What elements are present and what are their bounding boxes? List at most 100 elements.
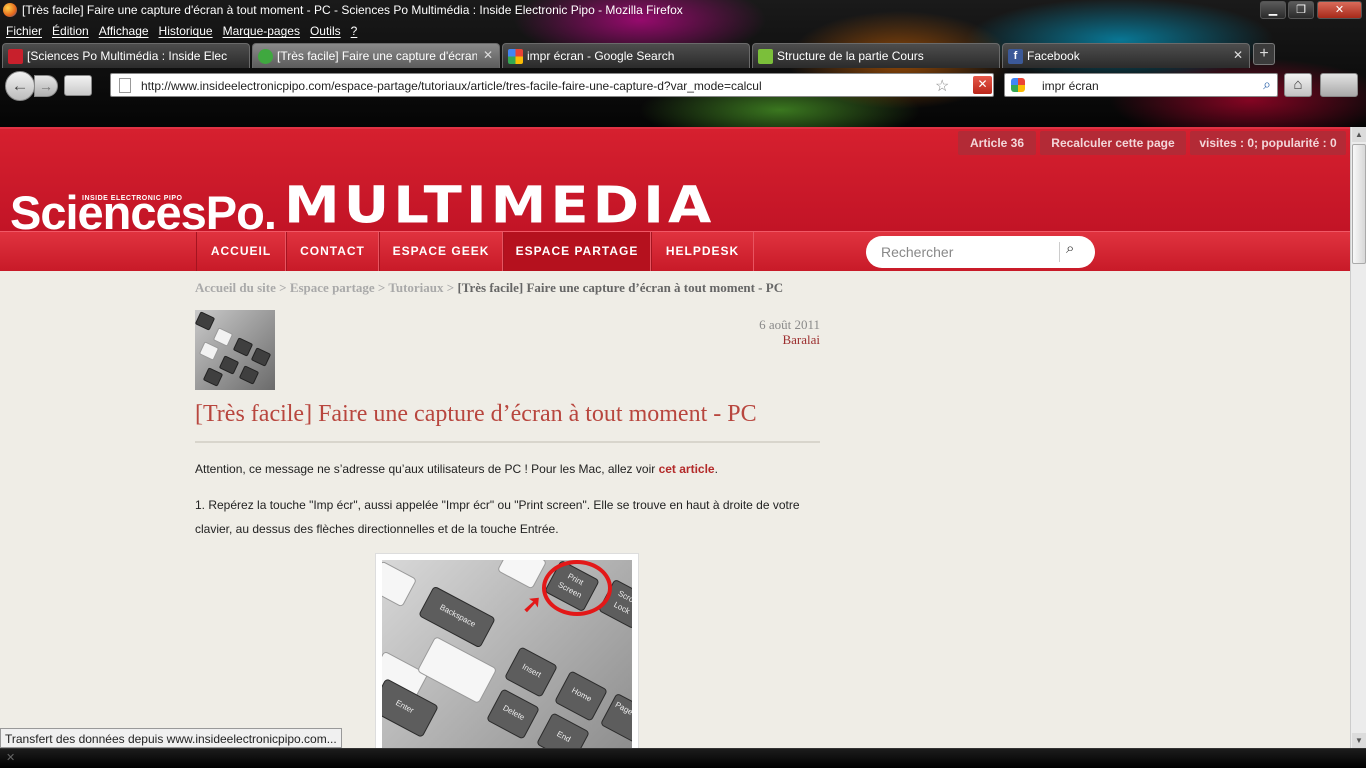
site-identity-button[interactable]: [64, 75, 92, 96]
step-1-paragraph: 1. Repérez la touche "Imp écr", aussi ap…: [195, 498, 800, 536]
google-icon: [508, 49, 523, 64]
key-page-up: Page Up: [599, 692, 632, 744]
scroll-up-icon[interactable]: ▲: [1352, 127, 1366, 142]
menu-outils[interactable]: Outils: [310, 22, 341, 40]
menu-edition[interactable]: Édition: [52, 22, 89, 40]
tab-google-search[interactable]: impr écran - Google Search: [502, 43, 750, 68]
firefox-icon: [3, 3, 17, 17]
page-icon: [119, 78, 131, 93]
home-button[interactable]: ⌂: [1284, 73, 1312, 97]
menu-bar: Fichier Édition Affichage Historique Marque-…: [0, 22, 700, 41]
article-date: 6 août 2011: [759, 317, 820, 332]
window-title: [Très facile] Faire une capture d'écran …: [22, 3, 683, 17]
scroll-down-icon[interactable]: ▼: [1352, 733, 1366, 748]
breadcrumb-home[interactable]: Accueil du site: [195, 280, 276, 295]
key-backspace: Backspace: [418, 585, 496, 649]
close-icon[interactable]: ✕: [6, 751, 15, 764]
visits-pill: visites : 0; popularité : 0: [1190, 131, 1346, 155]
keyboard-photo: Backspace Print Screen Scroll Lock Inser…: [375, 553, 639, 748]
loading-icon: [258, 49, 273, 64]
nav-espace-geek[interactable]: ESPACE GEEK: [379, 232, 503, 271]
search-icon[interactable]: ⌕: [1263, 76, 1271, 93]
article-title: [Très facile] Faire une capture d’écran …: [195, 401, 757, 427]
tab-close-icon[interactable]: ✕: [1233, 48, 1243, 62]
key-shape: [195, 311, 216, 331]
new-tab-button[interactable]: +: [1253, 43, 1275, 65]
nav-helpdesk[interactable]: HELPDESK: [651, 232, 754, 271]
url-text[interactable]: http://www.insideelectronicpipo.com/espa…: [141, 79, 762, 93]
taskbar: ✕: [0, 748, 1366, 768]
menu-fichier[interactable]: Fichier: [6, 22, 42, 40]
breadcrumb-current: [Très facile] Faire une capture d’écran …: [457, 280, 784, 295]
breadcrumb-tutoriaux[interactable]: Tutoriaux: [388, 280, 443, 295]
web-page: Article 36 Recalculer cette page visites…: [0, 127, 1350, 748]
menu-help[interactable]: ?: [351, 22, 358, 40]
breadcrumb-separator: >: [374, 280, 389, 295]
maximize-button[interactable]: ❐: [1288, 1, 1314, 19]
window-chrome: [Très facile] Faire une capture d'écran …: [0, 0, 1366, 127]
key-insert: Insert: [504, 646, 558, 698]
bookmark-star-icon[interactable]: ☆: [935, 76, 949, 96]
logo-tagline: INSIDE ELECTRONIC PIPO: [82, 195, 183, 202]
menu-marque-pages[interactable]: Marque-pages: [223, 22, 300, 40]
key-delete: Delete: [486, 688, 540, 740]
sciences-po-favicon-icon: [8, 49, 23, 64]
intro-paragraph: Attention, ce message ne s’adresse qu’au…: [195, 457, 820, 481]
back-button[interactable]: ←: [5, 71, 35, 101]
breadcrumb-espace-partage[interactable]: Espace partage: [290, 280, 375, 295]
key-shape: [496, 560, 548, 590]
article-id-pill[interactable]: Article 36: [958, 131, 1036, 155]
key-shape: [238, 365, 260, 385]
breadcrumb: Accueil du site > Espace partage > Tutor…: [195, 280, 783, 296]
search-bar[interactable]: impr écran ⌕: [1004, 73, 1278, 97]
cet-article-link[interactable]: cet article: [659, 462, 715, 476]
scroll-thumb[interactable]: [1352, 144, 1366, 264]
key-shape: [218, 355, 240, 375]
red-circle-annotation: [542, 560, 612, 616]
tab-strip: [Sciences Po Multimédia : Inside Elect..…: [0, 43, 1366, 68]
navigation-toolbar: ← → http://www.insideelectronicpipo.com/…: [0, 69, 1366, 102]
search-input[interactable]: impr écran: [1042, 79, 1099, 93]
keyboard-image: Backspace Print Screen Scroll Lock Inser…: [382, 560, 632, 748]
recalculate-page-pill[interactable]: Recalculer cette page: [1040, 131, 1186, 155]
search-divider: [1059, 242, 1060, 262]
menu-affichage[interactable]: Affichage: [99, 22, 149, 40]
site-nav: ACCUEIL CONTACT ESPACE GEEK ESPACE PARTA…: [0, 231, 1350, 271]
site-search[interactable]: Rechercher ⌕: [866, 236, 1095, 268]
key-shape: [250, 347, 272, 367]
search-icon[interactable]: ⌕: [1066, 240, 1074, 257]
comment-icon: [758, 49, 773, 64]
tab-tres-facile[interactable]: [Très facile] Faire une capture d'écran.…: [252, 43, 500, 68]
breadcrumb-separator: >: [443, 280, 458, 295]
logo-multimedia[interactable]: MULTIMEDIA: [284, 181, 715, 231]
stop-icon[interactable]: ✕: [973, 76, 992, 94]
tab-facebook[interactable]: f Facebook ✕: [1002, 43, 1250, 68]
extension-button[interactable]: [1320, 73, 1358, 97]
page-scrollbar[interactable]: ▲ ▼: [1350, 127, 1366, 748]
nav-accueil[interactable]: ACCUEIL: [196, 232, 286, 271]
intro-end: .: [714, 462, 718, 476]
key-shape: [232, 337, 254, 357]
nav-contact[interactable]: CONTACT: [286, 232, 379, 271]
google-icon[interactable]: [1011, 78, 1025, 92]
article-thumbnail: [195, 310, 275, 390]
site-search-input[interactable]: Rechercher: [881, 244, 953, 260]
minimize-button[interactable]: ▁: [1260, 1, 1286, 19]
intro-text: Attention, ce message ne s’adresse qu’au…: [195, 462, 659, 476]
article-author[interactable]: Baralai: [620, 332, 820, 348]
browser-window: [Très facile] Faire une capture d'écran …: [0, 0, 1366, 768]
site-header: Article 36 Recalculer cette page visites…: [0, 127, 1350, 236]
close-window-button[interactable]: ✕: [1317, 1, 1362, 19]
key-home: Home: [554, 670, 608, 722]
key-shape: [202, 367, 224, 387]
url-bar[interactable]: http://www.insideelectronicpipo.com/espa…: [110, 73, 994, 97]
key-shape: [212, 327, 234, 347]
admin-pills: Article 36 Recalculer cette page visites…: [958, 131, 1348, 155]
nav-espace-partage[interactable]: ESPACE PARTAGE: [503, 232, 651, 271]
forward-button[interactable]: →: [34, 75, 58, 97]
status-bar: Transfert des données depuis www.insidee…: [0, 728, 342, 748]
tab-close-icon[interactable]: ✕: [483, 48, 493, 62]
tab-sciences-po[interactable]: [Sciences Po Multimédia : Inside Elect..…: [2, 43, 250, 68]
menu-historique[interactable]: Historique: [159, 22, 213, 40]
tab-structure-cours[interactable]: Structure de la partie Cours: [752, 43, 1000, 68]
